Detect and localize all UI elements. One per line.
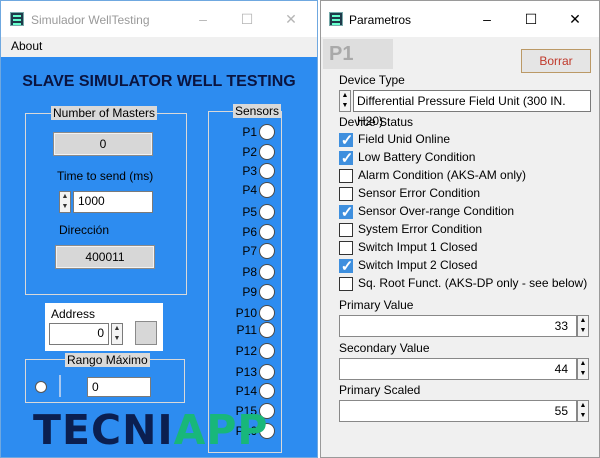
address-label: Address: [51, 307, 96, 321]
time-to-send-input[interactable]: 1000: [73, 191, 153, 213]
sensor-indicator: [259, 243, 275, 259]
device-type-label: Device Type: [339, 73, 405, 87]
parametros-app-icon: [329, 12, 343, 26]
sensor-label: P2: [242, 145, 257, 159]
direccion-display: 400011: [55, 245, 155, 269]
status-checkbox-label: Field Unid Online: [358, 132, 451, 146]
status-checkbox-label: Sq. Root Funct. (AKS-DP only - see below…: [358, 276, 588, 290]
sensor-indicator: [259, 204, 275, 220]
masters-group-label: Number of Masters: [51, 106, 158, 120]
status-checkbox[interactable]: [339, 131, 354, 149]
sensor-indicator: [259, 343, 275, 359]
time-spinner[interactable]: ▲ ▼: [59, 191, 71, 213]
sensor-label: P7: [242, 244, 257, 258]
status-checkbox-label: Switch Imput 2 Closed: [358, 258, 478, 272]
sensor-indicator: [259, 264, 275, 280]
secondary-value-input[interactable]: 44: [339, 358, 577, 380]
status-checkbox[interactable]: [339, 277, 353, 291]
app-icon: [10, 12, 24, 26]
sensor-label: P10: [235, 306, 257, 320]
primary-value-spinner[interactable]: ▲ ▼: [577, 315, 589, 337]
status-checkbox-label: Sensor Over-range Condition: [358, 204, 515, 218]
status-checkbox[interactable]: [339, 149, 354, 167]
tab-p1[interactable]: P1: [323, 39, 393, 69]
primary-value-label: Primary Value: [339, 298, 414, 312]
rango-radio[interactable]: [35, 381, 47, 393]
device-type-spinner[interactable]: ▲ ▼: [339, 90, 351, 112]
address-input[interactable]: 0: [49, 323, 109, 345]
sensor-indicator: [259, 163, 275, 179]
status-checkbox[interactable]: [339, 203, 354, 221]
primary-scaled-input[interactable]: 55: [339, 400, 577, 422]
primary-scaled-spinner[interactable]: ▲ ▼: [577, 400, 589, 422]
sensor-label: P4: [242, 183, 257, 197]
page-title: SLAVE SIMULATOR WELL TESTING: [22, 73, 296, 90]
parametros-maximize-icon[interactable]: ☐: [511, 11, 551, 28]
sensor-label: P1: [242, 125, 257, 139]
sensor-indicator: [259, 144, 275, 160]
rango-input[interactable]: 0: [87, 377, 151, 397]
primary-scaled-label: Primary Scaled: [339, 383, 421, 397]
sensor-label: P3: [242, 164, 257, 178]
sensor-indicator: [259, 383, 275, 399]
sensor-label: P13: [235, 365, 257, 379]
parametros-title: Parametros: [349, 13, 412, 27]
logo-part-tecni: TECNI: [33, 406, 174, 454]
sensor-label: P9: [242, 285, 257, 299]
sensor-indicator: [259, 182, 275, 198]
sensor-label: P8: [242, 265, 257, 279]
parametros-window: Parametros – ☐ ✕ P1 Borrar Device Type ▲…: [320, 0, 600, 458]
sensor-indicator: [259, 224, 275, 240]
direccion-label: Dirección: [59, 223, 110, 237]
status-checkbox[interactable]: [339, 187, 353, 201]
status-checkbox-label: Switch Imput 1 Closed: [358, 240, 478, 254]
secondary-value-label: Secondary Value: [339, 341, 430, 355]
status-checkbox[interactable]: [339, 241, 353, 255]
sensor-indicator: [259, 284, 275, 300]
borrar-button[interactable]: Borrar: [521, 49, 591, 73]
simulator-window: Simulador WellTesting – ☐ ✕ About SLAVE …: [0, 0, 318, 458]
address-button[interactable]: [135, 321, 157, 345]
menu-about[interactable]: About: [11, 39, 42, 53]
sensor-indicator: [259, 124, 275, 140]
sensor-label: P5: [242, 205, 257, 219]
sensors-group: [208, 111, 282, 453]
sensor-label: P12: [235, 344, 257, 358]
simulator-title: Simulador WellTesting: [31, 13, 150, 27]
sensor-label: P14: [235, 384, 257, 398]
sensor-indicator: [259, 305, 275, 321]
time-to-send-label: Time to send (ms): [57, 169, 154, 183]
sensor-indicator: [259, 322, 275, 338]
rango-divider: [59, 375, 61, 397]
device-status-label: Device Status: [339, 115, 414, 129]
address-spinner[interactable]: ▲ ▼: [111, 323, 123, 345]
masters-count-display: 0: [53, 132, 153, 156]
status-checkbox-label: System Error Condition: [358, 222, 483, 236]
tecniapp-logo: TECNIAPP: [33, 406, 268, 454]
status-checkbox[interactable]: [339, 257, 354, 275]
parametros-close-icon[interactable]: ✕: [555, 11, 595, 28]
parametros-minimize-icon[interactable]: –: [467, 11, 507, 27]
sensor-label: P11: [236, 323, 257, 337]
status-checkbox-label: Low Battery Condition: [358, 150, 476, 164]
status-checkbox[interactable]: [339, 223, 353, 237]
maximize-icon[interactable]: ☐: [227, 11, 267, 28]
sensor-label: P6: [242, 225, 257, 239]
minimize-icon[interactable]: –: [183, 11, 223, 27]
device-type-select[interactable]: Differential Pressure Field Unit (300 IN…: [353, 90, 591, 128]
sensors-label: Sensors: [233, 104, 282, 118]
close-icon[interactable]: ✕: [271, 11, 311, 28]
rango-label: Rango Máximo: [65, 353, 150, 367]
status-checkbox[interactable]: [339, 169, 353, 183]
secondary-value-spinner[interactable]: ▲ ▼: [577, 358, 589, 380]
primary-value-input[interactable]: 33: [339, 315, 577, 337]
status-checkbox-label: Sensor Error Condition: [358, 186, 481, 200]
status-checkbox-label: Alarm Condition (AKS-AM only): [358, 168, 527, 182]
menu-bar: [1, 37, 317, 57]
logo-part-app: APP: [173, 406, 269, 454]
sensor-indicator: [259, 364, 275, 380]
